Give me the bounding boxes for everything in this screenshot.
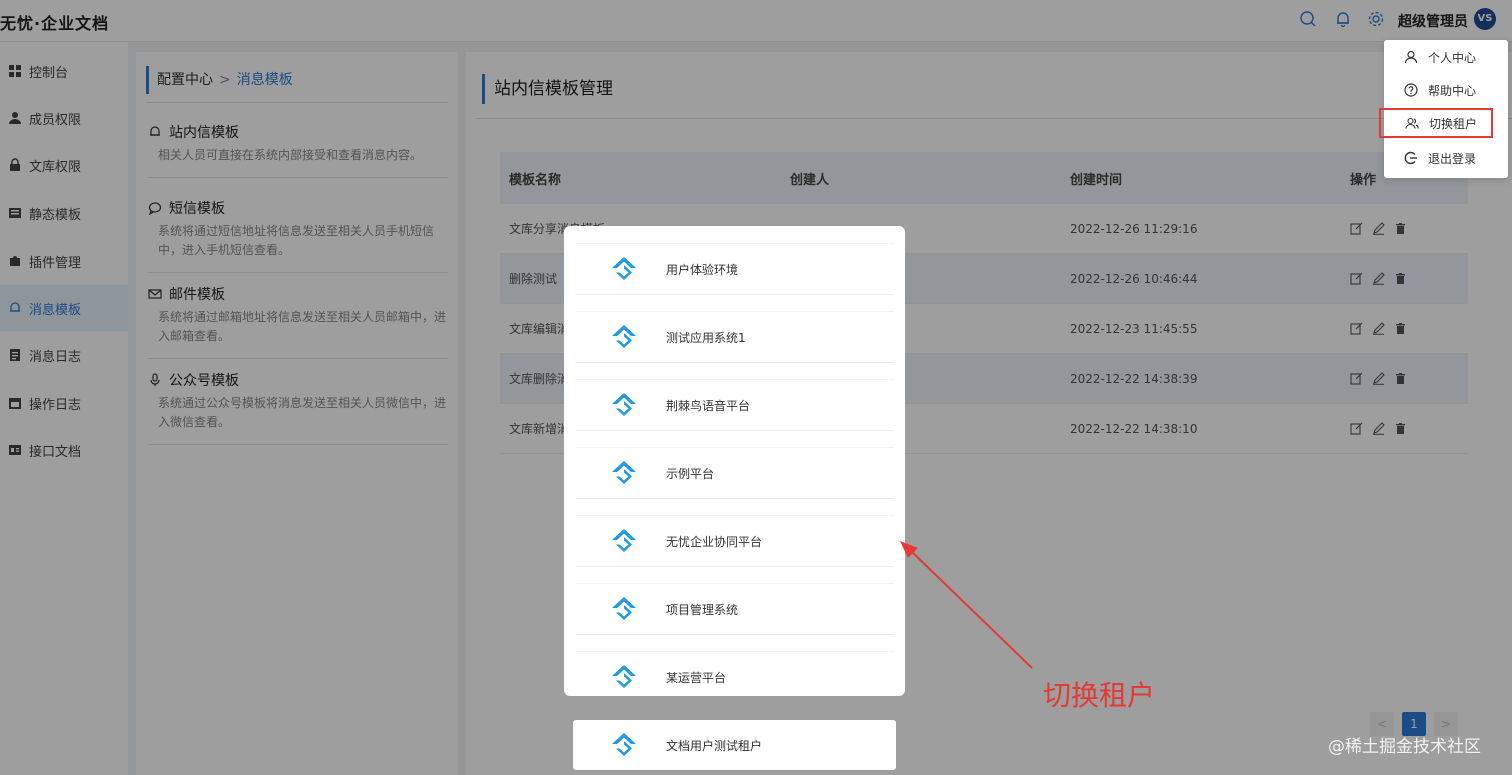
tenant-logo-icon [609,662,639,692]
help-icon [1404,83,1418,97]
tenant-item[interactable]: 文档用户测试租户 [573,720,896,770]
users-icon [1405,116,1419,130]
tenant-logo-icon [609,390,639,420]
tenant-name: 示例平台 [666,466,715,481]
tenant-item[interactable]: 用户体验环境 [576,243,894,295]
tenant-logo-icon [609,458,639,488]
menu-item-logout[interactable]: 退出登录 [1384,143,1508,173]
tenant-logo-icon [609,322,639,352]
annotation-label: 切换租户 [1043,679,1156,712]
menu-item-label: 切换租户 [1429,116,1478,131]
menu-item-label: 帮助中心 [1428,83,1477,98]
tenant-logo-icon [609,254,639,284]
menu-item-switch-tenant[interactable]: 切换租户 [1379,108,1493,138]
tenant-item[interactable]: 项目管理系统 [576,583,894,635]
menu-item-label: 退出登录 [1428,151,1477,166]
tenant-item[interactable]: 示例平台 [576,447,894,499]
tenant-name: 荆棘鸟语音平台 [666,398,751,413]
tenant-name: 无忧企业协同平台 [666,534,763,549]
tenant-logo-icon [609,594,639,624]
tenant-item[interactable]: 无忧企业协同平台 [576,515,894,567]
user-outline-icon [1404,50,1418,64]
tenant-item[interactable]: 某运营平台 [576,651,894,696]
menu-item-label: 个人中心 [1428,50,1477,65]
tenant-switch-popup: 用户体验环境 测试应用系统1 荆棘鸟语音平台 示例平台无忧企业协同平台 项目管理系统 某运… [564,226,905,696]
tenant-item[interactable]: 测试应用系统1 [576,311,894,363]
tenant-name: 项目管理系统 [666,602,739,617]
logout-icon [1404,151,1418,165]
user-dropdown-menu: 个人中心 帮助中心 切换租户 退出登录 [1379,40,1508,178]
tenant-name: 文档用户测试租户 [666,738,763,753]
menu-item-profile[interactable]: 个人中心 [1384,42,1508,72]
tenant-name: 用户体验环境 [666,262,739,277]
tenant-name: 某运营平台 [666,670,727,685]
tenant-logo-icon [609,526,639,556]
menu-item-help[interactable]: 帮助中心 [1384,75,1508,105]
watermark: @稀土掘金技术社区 [1328,737,1481,757]
tenant-name: 测试应用系统1 [666,330,746,345]
tenant-logo-icon [609,730,639,760]
tenant-item[interactable]: 荆棘鸟语音平台 [576,379,894,431]
